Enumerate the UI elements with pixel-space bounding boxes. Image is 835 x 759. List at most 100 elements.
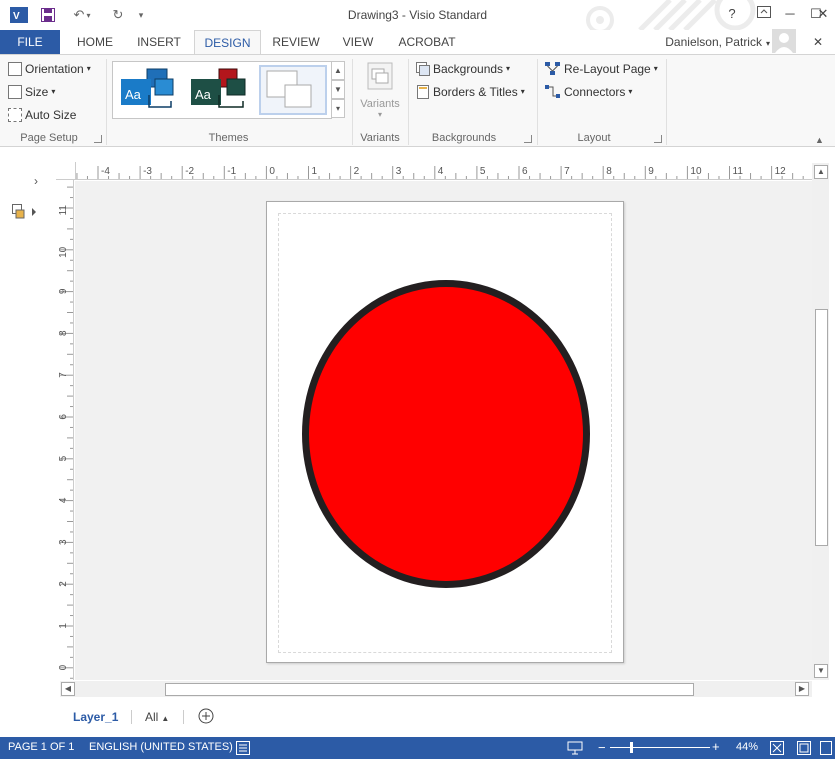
ruler-top-label: 12 bbox=[775, 166, 787, 177]
tab-review[interactable]: REVIEW bbox=[268, 30, 324, 54]
pan-zoom-window-icon[interactable] bbox=[797, 741, 811, 758]
language-indicator[interactable]: ENGLISH (UNITED STATES) bbox=[89, 741, 233, 753]
macro-recorder-icon[interactable] bbox=[236, 741, 250, 758]
backgrounds-icon bbox=[416, 62, 430, 76]
backgrounds-button[interactable]: Backgrounds ▾ bbox=[416, 59, 510, 79]
ruler-top: -4 -3 -2 -1 0 1 2 3 4 5 6 7 8 9 10 11 12 bbox=[76, 162, 812, 180]
borders-titles-icon bbox=[417, 85, 429, 99]
page-tabs-bar: Layer_1 All ▲ bbox=[0, 698, 835, 736]
gallery-scroll-down-icon[interactable]: ▼ bbox=[331, 80, 345, 99]
size-button[interactable]: Size ▾ bbox=[8, 82, 55, 102]
ruler-top-label: 7 bbox=[564, 166, 570, 177]
ruler-top-label: 8 bbox=[606, 166, 612, 177]
zoom-slider[interactable] bbox=[610, 747, 710, 748]
ruler-top-label: 1 bbox=[312, 166, 318, 177]
tab-design[interactable]: DESIGN bbox=[194, 30, 261, 55]
ruler-left-label: 9 bbox=[58, 288, 69, 294]
theme-thumb-1-text: Aa bbox=[125, 87, 142, 102]
ribbon-display-options-icon[interactable] bbox=[752, 6, 776, 24]
ruler-top-label: -3 bbox=[143, 166, 152, 177]
theme-thumb-2[interactable]: Aa bbox=[189, 65, 253, 115]
shapes-stencil-icon[interactable] bbox=[12, 204, 38, 223]
scroll-down-icon[interactable]: ▼ bbox=[814, 664, 828, 678]
ruler-left-label: 2 bbox=[58, 581, 69, 587]
orientation-label: Orientation bbox=[25, 62, 84, 76]
connectors-button[interactable]: Connectors ▾ bbox=[545, 82, 632, 102]
zoom-in-icon[interactable]: + bbox=[712, 739, 720, 754]
vertical-scroll-thumb[interactable] bbox=[815, 309, 828, 546]
all-pages-label: All bbox=[145, 710, 159, 724]
backgrounds-label: Backgrounds bbox=[433, 62, 504, 76]
variants-label: Variants bbox=[360, 98, 400, 110]
ruler-top-label: -1 bbox=[227, 166, 236, 177]
ruler-top-label: -4 bbox=[101, 166, 110, 177]
red-circle-shape[interactable] bbox=[302, 280, 590, 588]
ribbon-separator bbox=[106, 59, 107, 145]
scroll-right-icon[interactable]: ▶ bbox=[795, 682, 809, 696]
page-setup-launcher-icon[interactable] bbox=[94, 135, 102, 143]
horizontal-scroll-thumb[interactable] bbox=[165, 683, 694, 696]
presentation-mode-icon[interactable] bbox=[567, 741, 583, 758]
ribbon-separator bbox=[537, 59, 538, 145]
tab-insert[interactable]: INSERT bbox=[130, 30, 188, 54]
size-label: Size bbox=[25, 85, 49, 99]
ruler-left-label: 5 bbox=[58, 455, 69, 461]
user-name[interactable]: Danielson, Patrick ▾ bbox=[640, 30, 770, 54]
borders-titles-button[interactable]: Borders & Titles ▾ bbox=[416, 82, 525, 102]
ruler-top-label: 10 bbox=[690, 166, 702, 177]
scroll-up-icon[interactable]: ▲ bbox=[814, 165, 828, 179]
theme-thumb-2-text: Aa bbox=[195, 87, 212, 102]
variants-button[interactable]: Variants ▾ bbox=[358, 61, 402, 125]
switch-windows-icon[interactable] bbox=[820, 741, 832, 758]
auto-size-button[interactable]: Auto Size bbox=[8, 105, 76, 125]
tab-acrobat[interactable]: ACROBAT bbox=[392, 30, 462, 54]
page-indicator[interactable]: PAGE 1 OF 1 bbox=[8, 741, 74, 753]
ruler-top-label: 11 bbox=[733, 166, 744, 177]
close-button[interactable]: ✕ bbox=[812, 6, 834, 24]
close-document-button[interactable]: ✕ bbox=[808, 30, 828, 54]
ruler-top-label: 9 bbox=[648, 166, 654, 177]
ruler-left: 11109876543210 bbox=[56, 180, 74, 680]
all-pages-button[interactable]: All ▲ bbox=[145, 710, 169, 724]
avatar[interactable] bbox=[772, 29, 796, 53]
borders-titles-label: Borders & Titles bbox=[433, 85, 518, 99]
ruler-corner[interactable] bbox=[56, 162, 76, 180]
collapse-ribbon-icon[interactable]: ▲ bbox=[815, 135, 824, 145]
gallery-scroll-up-icon[interactable]: ▲ bbox=[331, 61, 345, 80]
scroll-left-icon[interactable]: ◀ bbox=[61, 682, 75, 696]
ruler-top-label: 3 bbox=[396, 166, 402, 177]
theme-thumb-1[interactable]: Aa bbox=[119, 65, 183, 115]
ruler-left-label: 3 bbox=[58, 539, 69, 545]
fit-page-icon[interactable] bbox=[770, 741, 784, 758]
status-bar: PAGE 1 OF 1 ENGLISH (UNITED STATES) − + … bbox=[0, 737, 835, 759]
ruler-left-label: 8 bbox=[58, 330, 69, 336]
add-page-icon[interactable] bbox=[198, 708, 214, 727]
relayout-page-button[interactable]: Re-Layout Page ▾ bbox=[545, 59, 658, 79]
tab-file[interactable]: FILE bbox=[0, 30, 60, 54]
ribbon-separator bbox=[408, 59, 409, 145]
layout-launcher-icon[interactable] bbox=[654, 135, 662, 143]
zoom-level[interactable]: 44% bbox=[736, 741, 758, 753]
expand-shapes-icon[interactable]: › bbox=[34, 174, 38, 188]
relayout-page-icon bbox=[545, 62, 560, 75]
tab-view[interactable]: VIEW bbox=[332, 30, 384, 54]
ruler-top-label: 4 bbox=[438, 166, 444, 177]
backgrounds-group-label: Backgrounds bbox=[431, 132, 497, 144]
page-tab-layer-1[interactable]: Layer_1 bbox=[73, 710, 118, 724]
ruler-left-label: 1 bbox=[58, 623, 69, 629]
zoom-out-icon[interactable]: − bbox=[598, 740, 606, 755]
ruler-top-label: -2 bbox=[185, 166, 194, 177]
ribbon-separator bbox=[666, 59, 667, 145]
auto-size-label: Auto Size bbox=[25, 108, 77, 122]
gallery-more-icon[interactable]: ▾ bbox=[331, 99, 345, 118]
connectors-label: Connectors bbox=[564, 85, 626, 99]
zoom-slider-knob[interactable] bbox=[629, 742, 633, 753]
help-button[interactable]: ? bbox=[720, 6, 744, 24]
user-name-label: Danielson, Patrick bbox=[665, 35, 762, 49]
backgrounds-launcher-icon[interactable] bbox=[524, 135, 532, 143]
theme-thumb-3-selected[interactable] bbox=[259, 65, 327, 115]
ruler-left-label: 6 bbox=[58, 414, 69, 420]
variants-icon bbox=[367, 62, 393, 90]
tab-home[interactable]: HOME bbox=[68, 30, 122, 54]
orientation-button[interactable]: Orientation ▾ bbox=[8, 59, 91, 79]
